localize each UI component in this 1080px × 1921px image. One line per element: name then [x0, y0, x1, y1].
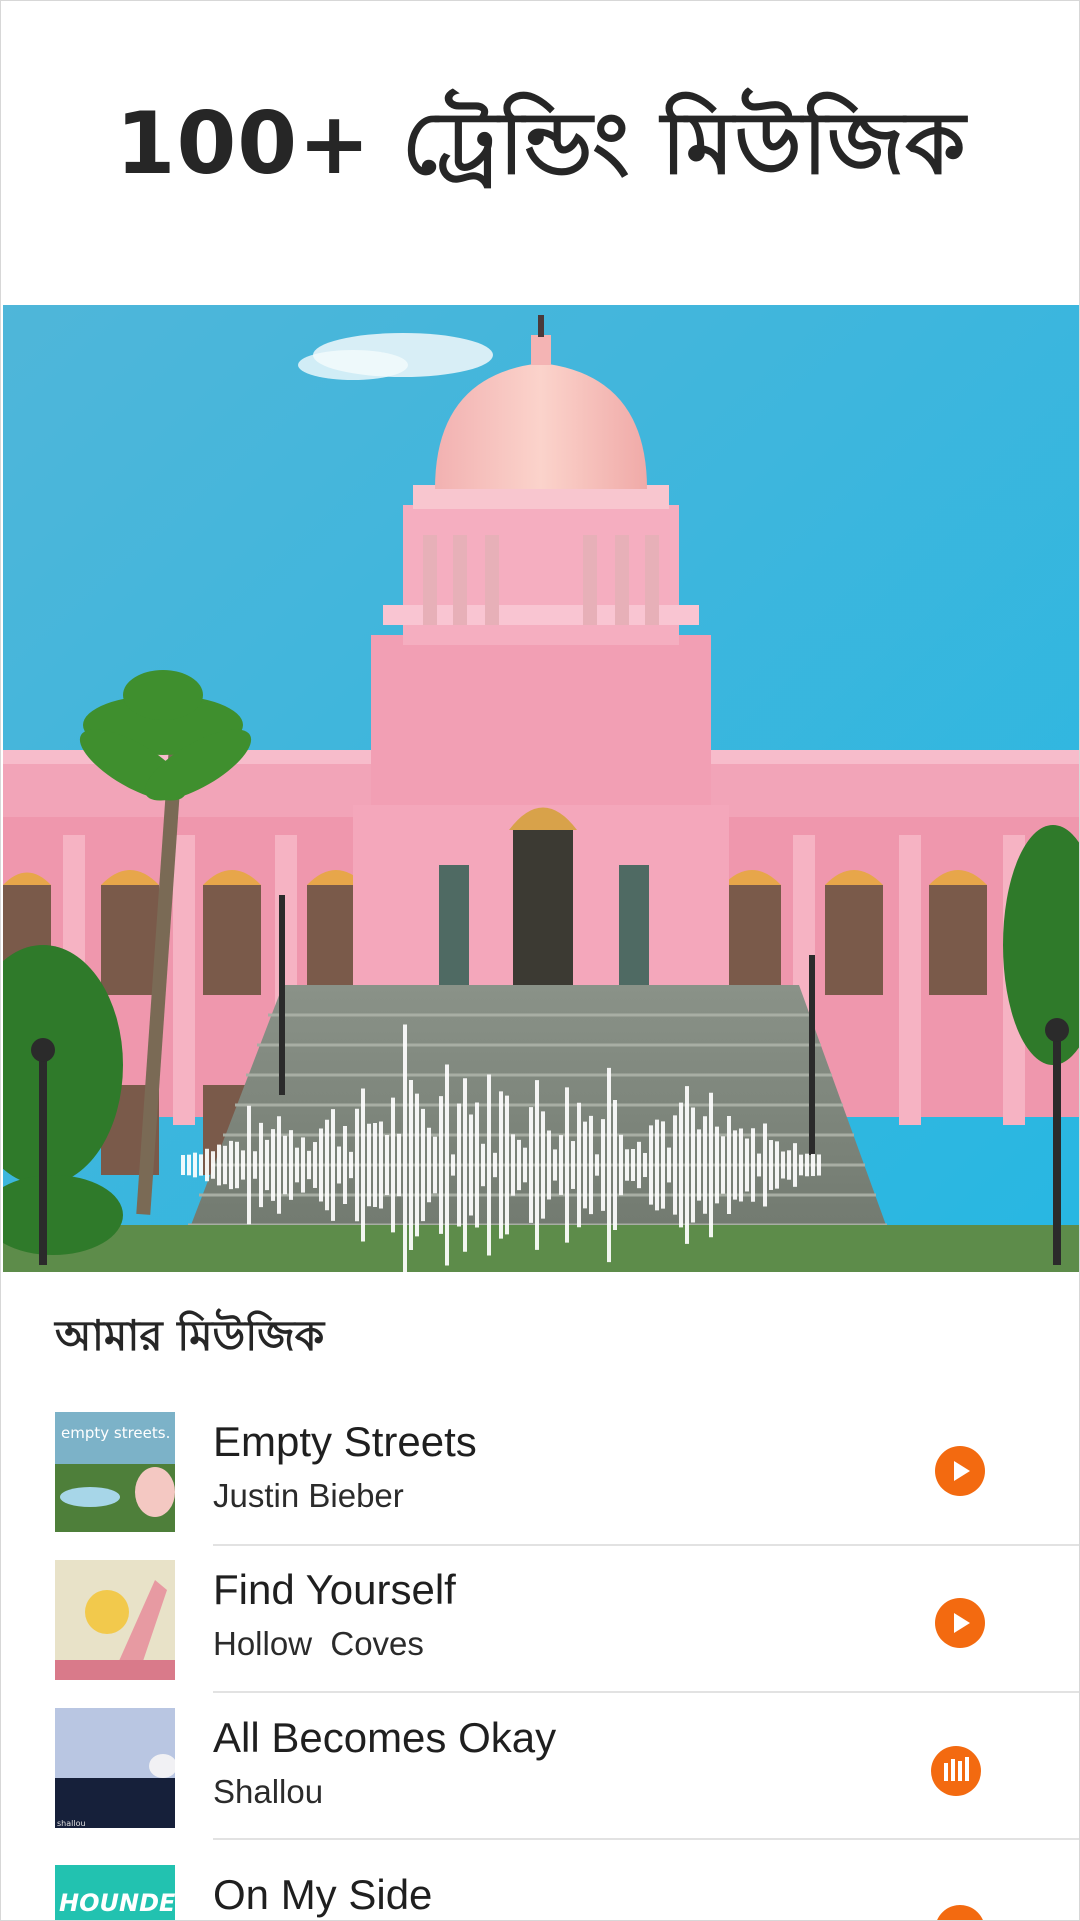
track-artist: Justin Bieber	[213, 1477, 404, 1514]
album-art: shallou	[55, 1708, 175, 1828]
screen: 100+ ট্রেন্ডিং মিউজিক আমার মিউজিক empty …	[0, 0, 1080, 1921]
track-row[interactable]: shallou All Becomes Okay Shallou	[1, 1708, 1079, 1856]
svg-text:HOUNDED: HOUNDED	[59, 1889, 175, 1917]
hero-banner	[3, 305, 1079, 1272]
track-title: Empty Streets	[213, 1418, 477, 1465]
track-row[interactable]: HOUNDED On My Side	[1, 1865, 1079, 1921]
album-art	[55, 1560, 175, 1680]
promo-headline: 100+ ট্রেন্ডিং মিউজিক	[115, 94, 967, 194]
play-button[interactable]	[935, 1446, 985, 1496]
track-title: On My Side	[213, 1871, 433, 1918]
track-title: Find Yourself	[213, 1566, 456, 1613]
equalizer-icon	[944, 1757, 969, 1781]
track-artist: Shallou	[213, 1773, 324, 1810]
svg-text:shallou: shallou	[57, 1819, 86, 1828]
svg-text:empty streets.: empty streets.	[61, 1424, 170, 1442]
track-title: All Becomes Okay	[213, 1714, 557, 1761]
now-playing-button[interactable]	[931, 1746, 981, 1796]
divider	[213, 1544, 1079, 1546]
play-icon	[935, 1905, 985, 1921]
play-button[interactable]	[935, 1598, 985, 1648]
palace-illustration	[3, 305, 1079, 1272]
divider	[213, 1691, 1079, 1693]
track-row[interactable]: Find Yourself Hollow Coves	[1, 1560, 1079, 1708]
album-art: empty streets.	[55, 1412, 175, 1532]
play-icon	[954, 1613, 970, 1633]
play-button[interactable]	[935, 1905, 985, 1921]
track-artist: Hollow Coves	[213, 1625, 424, 1662]
divider	[213, 1838, 1079, 1840]
play-icon	[954, 1461, 970, 1481]
section-title: আমার মিউজিক	[55, 1311, 325, 1360]
track-row[interactable]: empty streets. Empty Streets Justin Bieb…	[1, 1412, 1079, 1560]
album-art: HOUNDED	[55, 1865, 175, 1920]
